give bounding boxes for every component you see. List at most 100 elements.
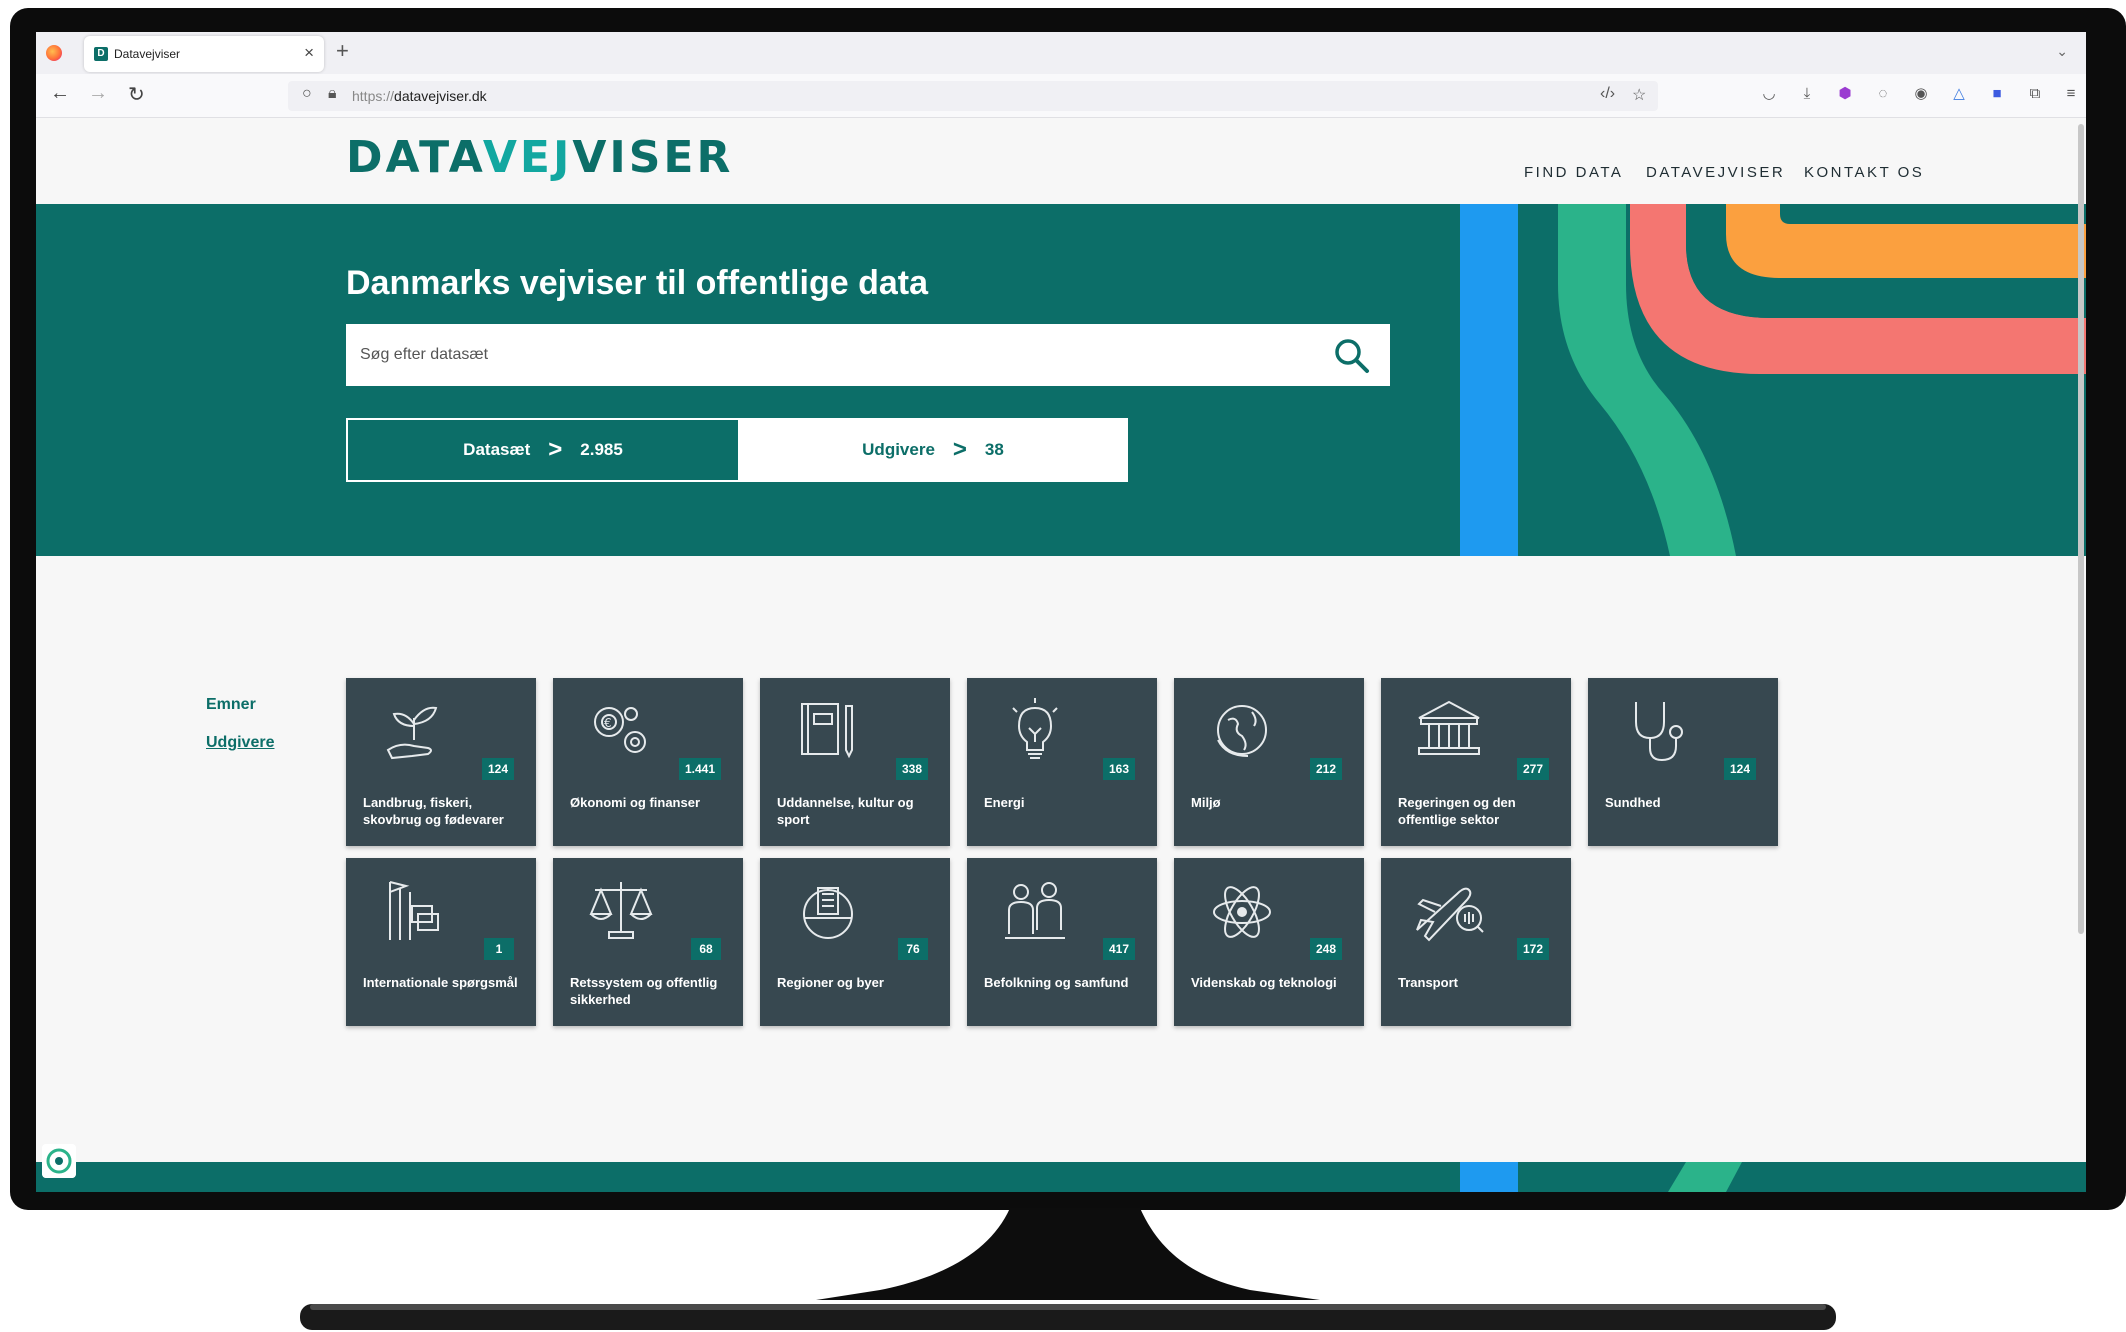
cookie-settings-icon[interactable] [42,1144,76,1178]
sync-icon[interactable]: ◌ [1874,85,1892,103]
topic-tile-retssystem[interactable]: 68 Retssystem og offentlig sikkerhed [553,858,743,1026]
tab-title: Datavejviser [114,47,181,61]
new-tab-button[interactable]: + [336,38,349,64]
gears-euro-icon: € [594,707,646,753]
topic-label: Internationale spørgsmål [363,975,518,990]
address-bar[interactable]: ○ 🔒︎ https://datavejviser.dk ‹/› ☆ [288,81,1658,111]
extension-blue-icon[interactable]: ■ [1988,85,2006,103]
back-icon[interactable]: ← [50,82,70,105]
topic-count-badge: 76 [898,938,928,960]
topic-label: Regioner og byer [777,975,884,990]
topic-count-badge: 248 [1309,938,1342,960]
extensions-puzzle-icon[interactable]: ⧉ [2026,85,2044,103]
topic-tile-miljo[interactable]: 212 Miljø [1174,678,1364,846]
topic-label: Uddannelse, kultur og sport [777,795,914,827]
url-text[interactable]: https://datavejviser.dk [352,88,487,104]
monitor-stage: D Datavejviser × + ⌄ ← → ↻ ○ 🔒︎ https://… [0,0,2126,1332]
topic-count-badge: 338 [895,758,928,780]
toggle-publishers-label: Udgivere [862,440,935,459]
atom-icon [1213,886,1271,938]
site-header: DATAVEJVISER FIND DATA DATAVEJVISER KONT… [36,118,2086,204]
topic-label: Regeringen og den offentlige sektor [1398,795,1516,827]
toggle-datasets-button[interactable]: Datasæt > 2.985 [348,420,738,480]
bookmark-star-icon[interactable]: ☆ [1632,85,1646,105]
site-logo[interactable]: DATAVEJVISER [346,132,733,183]
lock-icon[interactable]: 🔒︎ [328,85,337,103]
topic-count-badge: 172 [1516,938,1549,960]
topic-count-badge: 1.441 [678,758,721,780]
topic-tile-transport[interactable]: 172 Transport [1381,858,1571,1026]
topic-count-badge: 1 [484,938,514,960]
topic-label: Energi [984,795,1025,810]
tab-datavejviser[interactable]: D Datavejviser × [84,36,324,72]
search-input[interactable] [346,324,1306,386]
topic-tile-sundhed[interactable]: 124 Sundhed [1588,678,1778,846]
topic-count-badge: 124 [1723,758,1756,780]
extension-drive-icon[interactable]: △ [1950,85,1968,103]
tab-strip: D Datavejviser × + ⌄ [36,32,2086,74]
navigation-toolbar: ← → ↻ ○ 🔒︎ https://datavejviser.dk ‹/› ☆… [36,74,2086,118]
lightbulb-icon [1012,698,1058,759]
toggle-datasets-count: 2.985 [580,440,623,459]
topic-label: Sundhed [1605,795,1661,810]
stethoscope-icon [1635,702,1683,762]
book-pencil-icon [801,703,853,759]
nav-kontakt-os[interactable]: KONTAKT OS [1804,164,1924,181]
chevron-right-icon: > [952,436,967,463]
topic-tile-energi[interactable]: 163 Energi [967,678,1157,846]
topic-count-badge: 163 [1102,758,1135,780]
account-icon[interactable]: ◉ [1912,85,1930,103]
download-icon[interactable]: ⤓ [1798,85,1816,103]
search-icon[interactable] [1332,336,1372,376]
topic-tile-uddannelse[interactable]: 338 Uddannelse, kultur og sport [760,678,950,846]
topic-tile-okonomi[interactable]: € 1.441 Økonomi og finanser [553,678,743,846]
reload-icon[interactable]: ↻ [128,82,145,107]
plant-hand-icon [386,706,438,760]
topic-label: Retssystem og offentlig sikkerhed [570,975,718,1007]
monitor-stand [300,1208,1836,1330]
reader-view-icon[interactable]: ‹/› [1600,85,1615,103]
firefox-icon[interactable] [46,45,62,61]
topic-tile-regioner[interactable]: 76 Regioner og byer [760,858,950,1026]
topic-tile-videnskab[interactable]: 248 Videnskab og teknologi [1174,858,1364,1026]
dataset-publisher-toggle: Datasæt > 2.985 Udgivere > 38 [346,418,1128,482]
topic-tile-befolkning[interactable]: 417 Befolkning og samfund [967,858,1157,1026]
topic-tile-regeringen[interactable]: 277 Regeringen og den offentlige sektor [1381,678,1571,846]
scales-icon [589,882,653,939]
nav-find-data[interactable]: FIND DATA [1524,164,1623,181]
toggle-datasets-label: Datasæt [463,440,531,459]
close-icon[interactable]: × [304,43,314,63]
logo-accent: VEJ [482,132,573,183]
hero-title: Danmarks vejviser til offentlige data [346,264,928,302]
list-tabs-icon[interactable]: ⌄ [2056,43,2068,60]
topic-count-badge: 68 [691,938,721,960]
topic-label: Miljø [1191,795,1221,810]
url-scheme: https:// [352,88,395,104]
topic-count-badge: 417 [1102,938,1135,960]
government-building-icon [1418,700,1480,755]
pocket-icon[interactable]: ◡ [1760,85,1778,103]
people-icon [1005,882,1065,939]
chevron-right-icon: > [548,436,563,463]
search-box [346,324,1390,386]
footer-stripes [36,1162,2086,1192]
nav-datavejviser[interactable]: DATAVEJVISER [1646,164,1785,181]
topic-count-badge: 212 [1309,758,1342,780]
topic-tile-landbrug[interactable]: 124 Landbrug, fiskeri, skovbrug og fødev… [346,678,536,846]
extension-icon[interactable]: ⬢ [1836,85,1854,103]
shield-icon[interactable]: ○ [302,85,312,103]
topic-label: Videnskab og teknologi [1191,975,1337,990]
page-scrollbar[interactable] [2078,124,2084,934]
forward-icon[interactable]: → [88,82,108,105]
sidebar-link-emner[interactable]: Emner [206,696,256,714]
toggle-publishers-button[interactable]: Udgivere > 38 [738,420,1128,480]
menu-icon[interactable]: ≡ [2062,85,2080,103]
flags-icon [389,881,439,940]
topic-label: Landbrug, fiskeri, skovbrug og fødevarer [363,795,504,827]
topic-label: Transport [1398,975,1458,990]
topic-tile-internationale[interactable]: 1 Internationale spørgsmål [346,858,536,1026]
hero-stripes-illustration [1460,204,2086,556]
sidebar-link-udgivere[interactable]: Udgivere [206,734,274,752]
hero-banner: Danmarks vejviser til offentlige data Da… [36,204,2086,556]
toggle-publishers-count: 38 [984,440,1004,459]
